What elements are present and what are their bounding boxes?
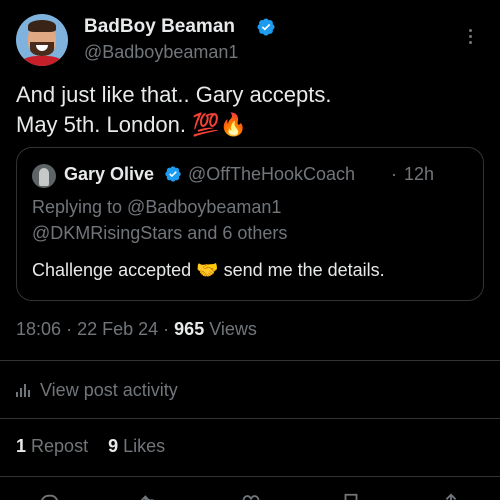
post-header: BadBoy Beaman @Badboybeaman1 [16, 12, 484, 68]
post-emojis: 💯🔥 [192, 112, 247, 137]
divider [0, 476, 500, 477]
divider [0, 418, 500, 419]
post-date: 22 Feb 24 [77, 319, 159, 339]
author-avatar[interactable] [16, 14, 68, 66]
reply-icon[interactable] [38, 492, 60, 500]
reposts-stat[interactable]: 1 Repost [16, 436, 88, 456]
quoted-post[interactable]: Gary Olive @OffTheHookCoach · 12h Replyi… [16, 147, 484, 301]
view-post-activity-label: View post activity [40, 379, 178, 400]
share-icon[interactable] [440, 492, 462, 500]
repost-icon[interactable] [138, 492, 160, 500]
post-text-line-2: May 5th. London. 💯🔥 [16, 112, 247, 137]
verified-badge-icon [257, 18, 275, 36]
views-count: 965 [174, 319, 205, 339]
like-icon[interactable] [240, 492, 262, 500]
quote-verified-badge-icon [165, 166, 181, 182]
post-text: And just like that.. Gary accepts. May 5… [16, 80, 484, 140]
analytics-bars-icon [16, 383, 32, 397]
post-time: 18:06 [16, 319, 62, 339]
bookmark-icon[interactable] [340, 492, 362, 500]
handshake-emoji: 🤝 [196, 260, 219, 280]
more-options-icon[interactable] [460, 24, 480, 48]
quote-reply-line-2: @DKMRisingStars and 6 others [32, 223, 288, 243]
quote-author-handle: @OffTheHookCoach [188, 164, 356, 184]
divider [0, 360, 500, 361]
quote-author-avatar[interactable] [32, 164, 56, 188]
quote-replying-to: Replying to @Badboybeaman1 @DKMRisingSta… [32, 194, 287, 246]
engagement-stats: 1 Repost 9 Likes [16, 436, 165, 457]
quote-reply-line-1: Replying to @Badboybeaman1 [32, 197, 282, 217]
view-post-activity-link[interactable]: View post activity [16, 378, 178, 402]
quote-timestamp: 12h [404, 164, 435, 184]
post-meta: 18:06 · 22 Feb 24 · 965 Views [16, 319, 257, 339]
quote-author-name: Gary Olive [64, 164, 155, 184]
author-display-name[interactable]: BadBoy Beaman [84, 16, 235, 38]
post-text-line-1: And just like that.. Gary accepts. [16, 82, 332, 107]
quote-separator: · [391, 164, 397, 184]
quote-body: Challenge accepted 🤝 send me the details… [32, 260, 385, 280]
views-label: Views [209, 319, 257, 339]
action-bar [0, 488, 500, 500]
likes-stat[interactable]: 9 Likes [108, 436, 165, 456]
author-handle[interactable]: @Badboybeaman1 [84, 42, 238, 63]
